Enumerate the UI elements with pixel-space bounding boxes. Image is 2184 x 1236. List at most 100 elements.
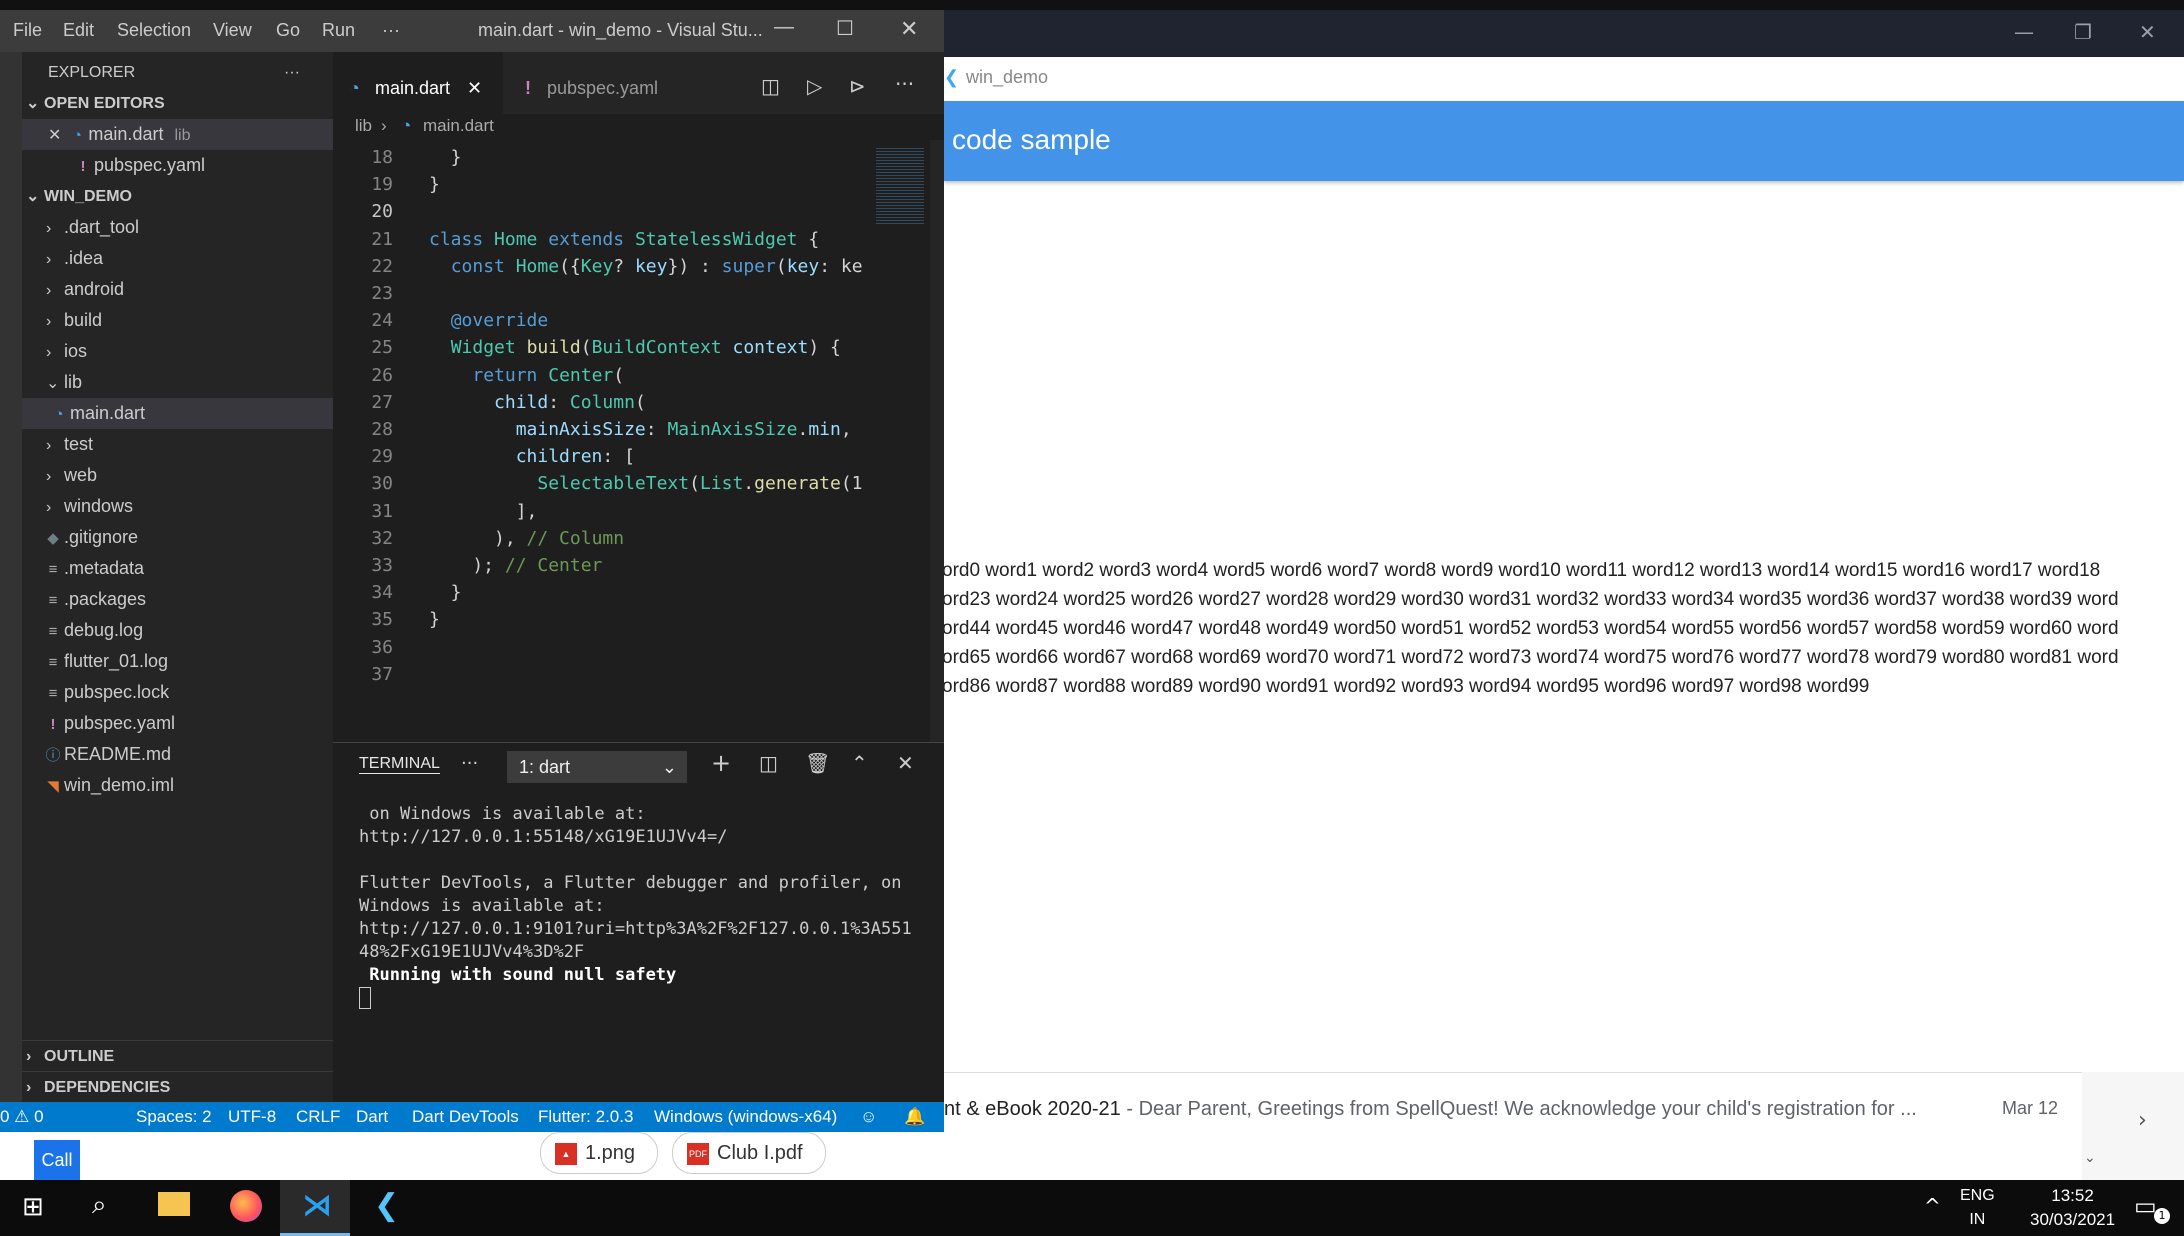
tree-item-main-dart[interactable]: ◔ main.dart xyxy=(22,398,333,429)
flutter-app-button[interactable]: ❮ xyxy=(350,1180,420,1236)
code-line[interactable]: 24 @override xyxy=(333,307,548,334)
selectable-text-line[interactable]: ord44 word45 word46 word47 word48 word49… xyxy=(942,618,2119,640)
tree-item-folder[interactable]: › test xyxy=(22,429,333,460)
open-editors-section[interactable]: ⌄ OPEN EDITORS xyxy=(22,88,333,119)
selectable-text-line[interactable]: ord0 word1 word2 word3 word4 word5 word6… xyxy=(942,560,2100,582)
code-line[interactable]: 18 } xyxy=(333,144,461,171)
call-button[interactable]: Call xyxy=(34,1140,80,1180)
selectable-text-line[interactable]: ord86 word87 word88 word89 word90 word91… xyxy=(942,676,1869,698)
email-row[interactable]: nt & eBook 2020-21 - Dear Parent, Greeti… xyxy=(944,1098,1917,1121)
start-button[interactable]: ⊞ xyxy=(0,1180,70,1236)
minimize-icon[interactable]: — xyxy=(774,16,794,39)
code-line[interactable]: 20 xyxy=(333,198,393,225)
code-line[interactable]: 28 mainAxisSize: MainAxisSize.min, xyxy=(333,416,851,443)
language-indicator[interactable]: ENG IN xyxy=(1960,1184,1995,1232)
more-actions-icon[interactable]: ··· xyxy=(895,72,914,96)
chevron-right-icon[interactable]: › xyxy=(2138,1108,2147,1133)
language-indicator[interactable]: Dart xyxy=(356,1102,388,1132)
device-indicator[interactable]: Windows (windows-x64) xyxy=(654,1102,837,1132)
eol-indicator[interactable]: CRLF xyxy=(296,1102,340,1132)
run-icon[interactable]: ▷ xyxy=(807,74,822,98)
breadcrumb-segment[interactable]: main.dart xyxy=(423,116,494,136)
minimap[interactable] xyxy=(870,140,930,742)
dependencies-section[interactable]: › DEPENDENCIES xyxy=(22,1071,333,1103)
code-line[interactable]: 30 SelectableText(List.generate(1 xyxy=(333,470,862,497)
chevron-down-icon[interactable]: ⌄ xyxy=(2084,1150,2096,1166)
flutter-close-button[interactable]: ✕ xyxy=(2139,20,2156,44)
chevron-up-icon[interactable]: ^ xyxy=(1924,1194,1941,1218)
menu-selection[interactable]: Selection xyxy=(117,20,191,41)
menu-more[interactable]: ··· xyxy=(382,20,400,41)
selectable-text-line[interactable]: ord23 word24 word25 word26 word27 word28… xyxy=(942,589,2119,611)
code-line[interactable]: 22 const Home({Key? key}) : super(key: k… xyxy=(333,253,862,280)
code-line[interactable]: 37 xyxy=(333,661,393,688)
tree-item-file[interactable]: ≡ pubspec.lock xyxy=(22,677,333,708)
code-line[interactable]: 35} xyxy=(333,606,440,633)
tree-item-file[interactable]: ◥ win_demo.iml xyxy=(22,770,333,801)
bell-icon[interactable]: 🔔 xyxy=(904,1102,925,1132)
add-terminal-icon[interactable]: + xyxy=(711,749,731,777)
open-editor-main-dart[interactable]: ✕ ◔ main.dart lib xyxy=(22,119,333,150)
code-line[interactable]: 21 class Home extends StatelessWidget { xyxy=(333,226,819,253)
tree-item-file[interactable]: ≡ .metadata xyxy=(22,553,333,584)
close-icon[interactable]: ✕ xyxy=(897,751,914,775)
more-actions-icon[interactable]: ··· xyxy=(461,753,478,774)
vscode-button[interactable]: ⋊ xyxy=(280,1180,350,1236)
notification-center-button[interactable]: ▭ 1 xyxy=(2130,1190,2170,1226)
download-chip[interactable]: ▲ 1.png xyxy=(540,1132,658,1174)
terminal-tab[interactable]: TERMINAL xyxy=(359,755,440,774)
code-line[interactable]: 26 return Center( xyxy=(333,362,624,389)
code-line[interactable]: 33 ); // Center xyxy=(333,552,602,579)
breadcrumb-segment[interactable]: lib xyxy=(355,116,372,136)
flutter-version-indicator[interactable]: Flutter: 2.0.3 xyxy=(538,1102,633,1132)
code-line[interactable]: 27 child: Column( xyxy=(333,389,645,416)
tree-item-file[interactable]: ! pubspec.yaml xyxy=(22,708,333,739)
tree-item-file[interactable]: ≡ flutter_01.log xyxy=(22,646,333,677)
code-line[interactable]: 19} xyxy=(333,171,440,198)
code-editor[interactable]: 18 } 19} 20 21 class Home extends StatelessW… xyxy=(333,140,944,742)
search-button[interactable]: ⌕ xyxy=(70,1180,140,1236)
devtools-indicator[interactable]: Dart DevTools xyxy=(412,1102,519,1132)
editor-scrollbar[interactable] xyxy=(930,140,944,742)
tree-item-folder[interactable]: › .idea xyxy=(22,243,333,274)
outline-section[interactable]: › OUTLINE xyxy=(22,1040,333,1072)
debug-run-icon[interactable]: ⊳ xyxy=(849,74,866,98)
menu-file[interactable]: File xyxy=(13,20,42,41)
maximize-icon[interactable]: ☐ xyxy=(836,16,854,41)
file-explorer-button[interactable] xyxy=(140,1180,210,1236)
open-editor-pubspec[interactable]: ! pubspec.yaml xyxy=(22,150,333,181)
tree-item-folder[interactable]: › android xyxy=(22,274,333,305)
problems-indicator[interactable]: 0 ⚠ 0 xyxy=(0,1102,44,1132)
menu-go[interactable]: Go xyxy=(276,20,300,41)
feedback-icon[interactable]: ☺ xyxy=(860,1102,877,1132)
tree-item-folder[interactable]: › ios xyxy=(22,336,333,367)
clock[interactable]: 13:52 30/03/2021 xyxy=(2030,1184,2115,1232)
tree-item-file[interactable]: ⓘ README.md xyxy=(22,739,333,770)
close-icon[interactable]: ✕ xyxy=(900,16,918,42)
tree-item-file[interactable]: ≡ .packages xyxy=(22,584,333,615)
code-line[interactable]: 25 Widget build(BuildContext context) { xyxy=(333,334,841,361)
code-line[interactable]: 31 ], xyxy=(333,498,537,525)
menu-edit[interactable]: Edit xyxy=(63,20,94,41)
code-line[interactable]: 32 ), // Column xyxy=(333,525,624,552)
tree-item-file[interactable]: ≡ debug.log xyxy=(22,615,333,646)
encoding-indicator[interactable]: UTF-8 xyxy=(228,1102,276,1132)
chevron-up-icon[interactable]: ⌃ xyxy=(851,751,868,775)
project-section[interactable]: ⌄ WIN_DEMO xyxy=(22,181,333,212)
tree-item-folder[interactable]: › windows xyxy=(22,491,333,522)
tree-item-folder[interactable]: › .dart_tool xyxy=(22,212,333,243)
menu-view[interactable]: View xyxy=(213,20,252,41)
flutter-restore-button[interactable]: ❐ xyxy=(2074,20,2092,44)
indent-indicator[interactable]: Spaces: 2 xyxy=(136,1102,212,1132)
selectable-text-line[interactable]: ord65 word66 word67 word68 word69 word70… xyxy=(942,647,2119,669)
terminal-output[interactable]: on Windows is available at: http://127.0… xyxy=(359,803,912,1016)
download-chip[interactable]: PDF Club I.pdf xyxy=(672,1132,826,1174)
tree-item-folder[interactable]: › build xyxy=(22,305,333,336)
flutter-minimize-button[interactable]: — xyxy=(2014,20,2034,44)
tree-item-folder-open[interactable]: ⌄ lib xyxy=(22,367,333,398)
tree-item-folder[interactable]: › web xyxy=(22,460,333,491)
close-icon[interactable]: ✕ xyxy=(48,127,61,144)
split-editor-icon[interactable]: ◫ xyxy=(761,74,780,98)
terminal-select[interactable]: 1: dart ⌄ xyxy=(507,751,687,783)
code-line[interactable]: 29 children: [ xyxy=(333,443,635,470)
